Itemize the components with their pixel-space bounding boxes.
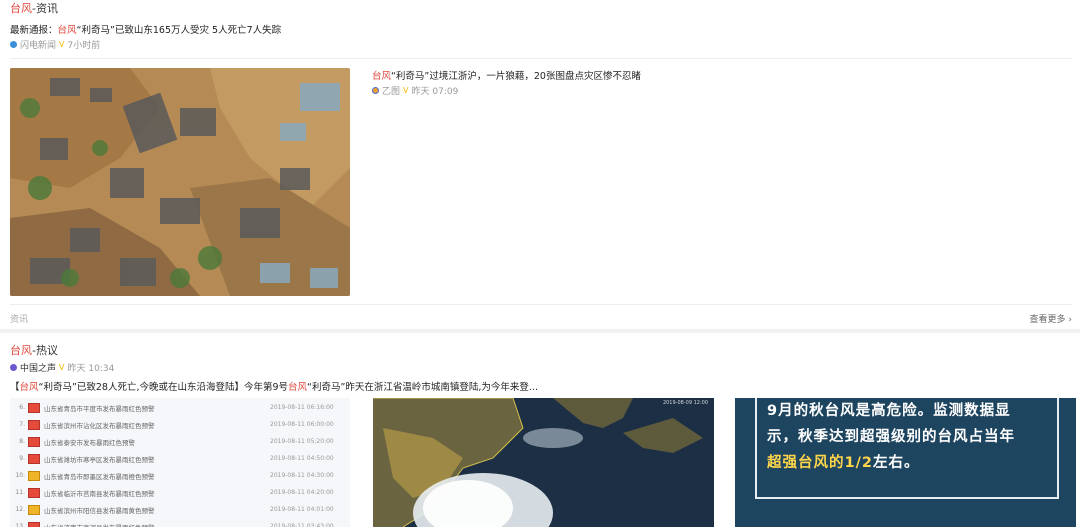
warning-row: 13. 山东省济南市商河县发布暴雨红色预警2019-08-11 03:43:00: [10, 518, 350, 527]
satellite-caption: 2019-08-09 12:00: [662, 400, 708, 406]
view-more-link[interactable]: 查看更多 ›: [1030, 312, 1072, 325]
warning-flag-icon: [28, 453, 40, 464]
warning-flag-icon: [28, 419, 40, 430]
story-source[interactable]: 乙图: [382, 84, 400, 97]
info-line: 9月的秋台风是高危险。监测数据显: [767, 403, 1011, 419]
warning-row-time: 2019-08-11 06:00:00: [270, 421, 334, 428]
post-time: 昨天 10:34: [67, 364, 115, 374]
post-meta: 中国之声 V 昨天 10:34: [10, 361, 114, 374]
satellite-map: [373, 398, 714, 527]
flood-aerial-photo[interactable]: [10, 68, 350, 296]
warning-row: 7. 山东省滨州市沾化区发布暴雨红色预警 2019-08-11 06:00:00: [10, 416, 350, 433]
headline-prefix: 最新通报：: [10, 25, 58, 36]
footer-category-label: 资讯: [10, 315, 29, 325]
story-time: 昨天 07:09: [411, 87, 459, 97]
warning-row-number: 7.: [19, 421, 25, 428]
warning-row: 9. 山东省潍坊市寒亭区发布暴雨红色预警 2019-08-11 04:50:00: [10, 450, 350, 467]
info-line: 超强台风的1/2左右。: [767, 450, 1057, 476]
author-avatar-icon: [10, 364, 17, 371]
headline-meta: 闪电新闻 V 7小时前: [10, 38, 100, 51]
section-title-suffix: -资讯: [32, 2, 58, 15]
section-title-suffix: -热议: [32, 344, 58, 357]
warning-row-time: 2019-08-11 04:01:00: [270, 506, 334, 513]
infographic-text: 9月的秋台风是高危险。监测数据显 示，秋季达到超强级别的台风占当年 超强台风的1…: [767, 398, 1057, 476]
warning-row-number: 8.: [19, 438, 25, 445]
post-author[interactable]: 中国之声: [20, 361, 56, 374]
warning-flag-icon: [28, 487, 40, 498]
warning-flag-icon: [28, 402, 40, 413]
warning-row-number: 13.: [15, 523, 25, 527]
headline-time: 7小时前: [67, 41, 101, 51]
section-title-discussion[interactable]: 台风-热议: [10, 342, 58, 358]
source-avatar-icon: [372, 87, 379, 94]
verified-badge-icon: V: [59, 363, 65, 372]
post-keyword-1: 台风: [19, 382, 39, 393]
post-text-1: “利奇马”已致28人死亡,今晚或在山东沿海登陆】今年第9号: [38, 382, 289, 393]
warning-row: 10. 山东省青岛市即墨区发布暴雨橙色预警 2019-08-11 04:30:00: [10, 467, 350, 484]
headline-text: “利奇马”已致山东165万人受灾 5人死亡7人失踪: [76, 25, 282, 36]
story-meta: 乙图 V 昨天 07:09: [372, 84, 458, 97]
section-title-keyword: 台风: [10, 2, 32, 15]
post-keyword-2: 台风: [288, 382, 308, 393]
warning-flag-icon: [28, 436, 40, 447]
story-link[interactable]: 台风“利奇马”过境江浙沪，一片狼藉，20张图盘点灾区惨不忍睹: [372, 68, 641, 82]
warning-row-number: 6.: [19, 404, 25, 411]
warning-row-time: 2019-08-11 03:43:00: [270, 523, 334, 527]
warning-flag-icon: [28, 521, 40, 527]
warning-row-time: 2019-08-11 04:50:00: [270, 455, 334, 462]
warning-row-number: 11.: [15, 489, 25, 496]
divider: [10, 58, 1072, 59]
warning-row: 12. 山东省滨州市阳信县发布暴雨黄色预警 2019-08-11 04:01:00: [10, 501, 350, 518]
source-avatar-icon: [10, 41, 17, 48]
warning-row-number: 9.: [19, 455, 25, 462]
warning-row: 11. 山东省临沂市莒南县发布暴雨红色预警 2019-08-11 04:20:00: [10, 484, 350, 501]
warning-row-time: 2019-08-11 04:30:00: [270, 472, 334, 479]
warning-row-text: 山东省青岛市即墨区发布暴雨橙色预警: [44, 472, 155, 481]
warning-flag-icon: [28, 504, 40, 515]
info-line-rest: 左右。: [872, 455, 920, 471]
warning-row-time: 2019-08-11 04:20:00: [270, 489, 334, 496]
warning-row-text: 山东省青岛市平度市发布暴雨红色预警: [44, 404, 155, 413]
warning-row-time: 2019-08-11 06:16:00: [270, 404, 334, 411]
headline-source[interactable]: 闪电新闻: [20, 38, 56, 51]
warning-row: 6. 山东省青岛市平度市发布暴雨红色预警 2019-08-11 06:16:00: [10, 399, 350, 416]
section-title-keyword: 台风: [10, 344, 32, 357]
info-line-emphasis: 超强台风的1/2: [767, 455, 873, 471]
warning-row-number: 12.: [15, 506, 25, 513]
verified-badge-icon: V: [403, 86, 409, 95]
headline-link[interactable]: 最新通报：台风“利奇马”已致山东165万人受灾 5人死亡7人失踪: [10, 22, 281, 36]
post-open-bracket: 【: [10, 382, 20, 393]
post-text-link[interactable]: 【台风“利奇马”已致28人死亡,今晚或在山东沿海登陆】今年第9号台风“利奇马”昨…: [10, 379, 538, 393]
flood-aerial-image: [10, 68, 350, 296]
warning-list-image[interactable]: 6. 山东省青岛市平度市发布暴雨红色预警 2019-08-11 06:16:00 7.…: [10, 398, 350, 527]
infographic-image[interactable]: 9月的秋台风是高危险。监测数据显 示，秋季达到超强级别的台风占当年 超强台风的1…: [735, 398, 1076, 527]
section-separator: [0, 329, 1080, 333]
warning-flag-icon: [28, 470, 40, 481]
divider: [10, 304, 1072, 305]
warning-row-text: 山东省济南市商河县发布暴雨红色预警: [44, 522, 270, 527]
warning-row-text: 山东省泰安市发布暴雨红色预警: [44, 438, 135, 447]
post-text-2: “利奇马”昨天在浙江省温岭市城南镇登陆,为今年来登...: [307, 382, 538, 393]
warning-row-text: 山东省潍坊市寒亭区发布暴雨红色预警: [44, 455, 155, 464]
info-line: 示，秋季达到超强级别的台风占当年: [767, 429, 1015, 445]
warning-row-text: 山东省滨州市阳信县发布暴雨黄色预警: [44, 506, 155, 515]
warning-row-text: 山东省滨州市沾化区发布暴雨红色预警: [44, 421, 155, 430]
section-title-news[interactable]: 台风-资讯: [10, 0, 58, 16]
warning-row-text: 山东省临沂市莒南县发布暴雨红色预警: [44, 489, 155, 498]
headline-keyword: 台风: [57, 25, 77, 36]
story-text: “利奇马”过境江浙沪，一片狼藉，20张图盘点灾区惨不忍睹: [391, 71, 641, 82]
verified-badge-icon: V: [59, 40, 65, 49]
story-keyword: 台风: [372, 71, 392, 82]
warning-row-time: 2019-08-11 05:20:00: [270, 438, 334, 445]
warning-row: 8. 山东省泰安市发布暴雨红色预警 2019-08-11 05:20:00: [10, 433, 350, 450]
warning-row-number: 10.: [15, 472, 25, 479]
satellite-image[interactable]: 2019-08-09 12:00: [373, 398, 714, 527]
